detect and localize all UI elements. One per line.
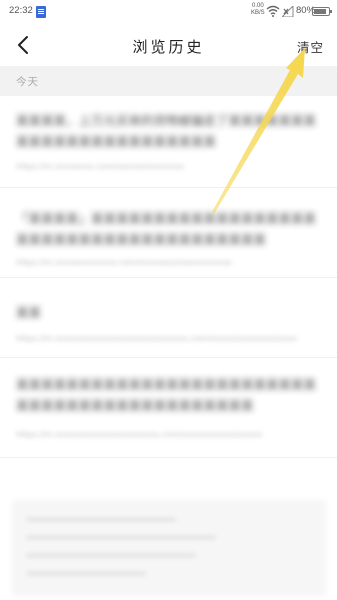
history-item-title: 某某某某某某某某某某某某某某某某某某某某某某某某某某某某某某某某某某某某某某某某…: [16, 377, 317, 413]
placeholder-line: [26, 554, 196, 557]
history-item[interactable]: 某某 https://m.xxxxxxxxxxxxxxxxxxxxxxxxxxx…: [0, 278, 337, 358]
placeholder-line: [26, 572, 146, 575]
page-title: 浏览历史: [132, 38, 205, 56]
section-header-today: 今天: [0, 66, 337, 96]
history-item-url: https://m.xxxxxxxxxxxxxxxxxxxxxx.com/xxx…: [16, 430, 262, 439]
blurred-card: [12, 500, 326, 596]
wifi-icon: [266, 5, 280, 17]
signal-icon: [282, 6, 294, 17]
history-item[interactable]: 「某某某某」某某某某某某某某某某某某某某某某某某某某某某某某某某某某某某某某某某…: [0, 188, 337, 278]
net-speed: 0.00 KB/S: [251, 3, 265, 17]
clear-button[interactable]: 清空: [297, 37, 324, 56]
net-speed-unit: KB/S: [251, 10, 265, 16]
section-label: 今天: [16, 76, 39, 88]
nav-bar: 浏览历史 清空: [0, 24, 337, 66]
history-item-url: https://m.xxxxxxxx.com/xxxxxx/xxxxxxxx: [16, 162, 185, 171]
placeholder-line: [26, 536, 216, 539]
divider: [0, 457, 337, 458]
history-item-url: https://m.xxxxxxxxxxxxxxxxxxxxxxxxxxxx.c…: [16, 334, 297, 343]
document-icon: [36, 6, 46, 18]
placeholder-line: [26, 518, 176, 521]
history-item-title: 「某某某某」某某某某某某某某某某某某某某某某某某某某某某某某某某某某某某某某某某…: [16, 211, 317, 247]
battery-icon: [312, 7, 332, 16]
history-item[interactable]: 某某某某某某某某某某某某某某某某某某某某某某某某某某某某某某某某某某某某某某某某…: [0, 358, 337, 458]
history-item-url: https://m.xxxxxxxxxxxxx.com/xxxxxxxx/xxx…: [16, 258, 232, 267]
status-time: 22:32: [9, 5, 33, 16]
history-item[interactable]: 某某某某，上万元买来的货物被骗走了某某某某某某某某某某某某某某某某某某某某某某某…: [0, 96, 337, 188]
history-item-title: 某某某某，上万元买来的货物被骗走了某某某某某某某某某某某某某某某某某某某某某某某: [16, 113, 317, 149]
net-speed-value: 0.00: [252, 3, 264, 9]
history-item-title: 某某: [16, 305, 42, 320]
status-bar: 22:32 0.00 KB/S 80%: [0, 0, 337, 24]
